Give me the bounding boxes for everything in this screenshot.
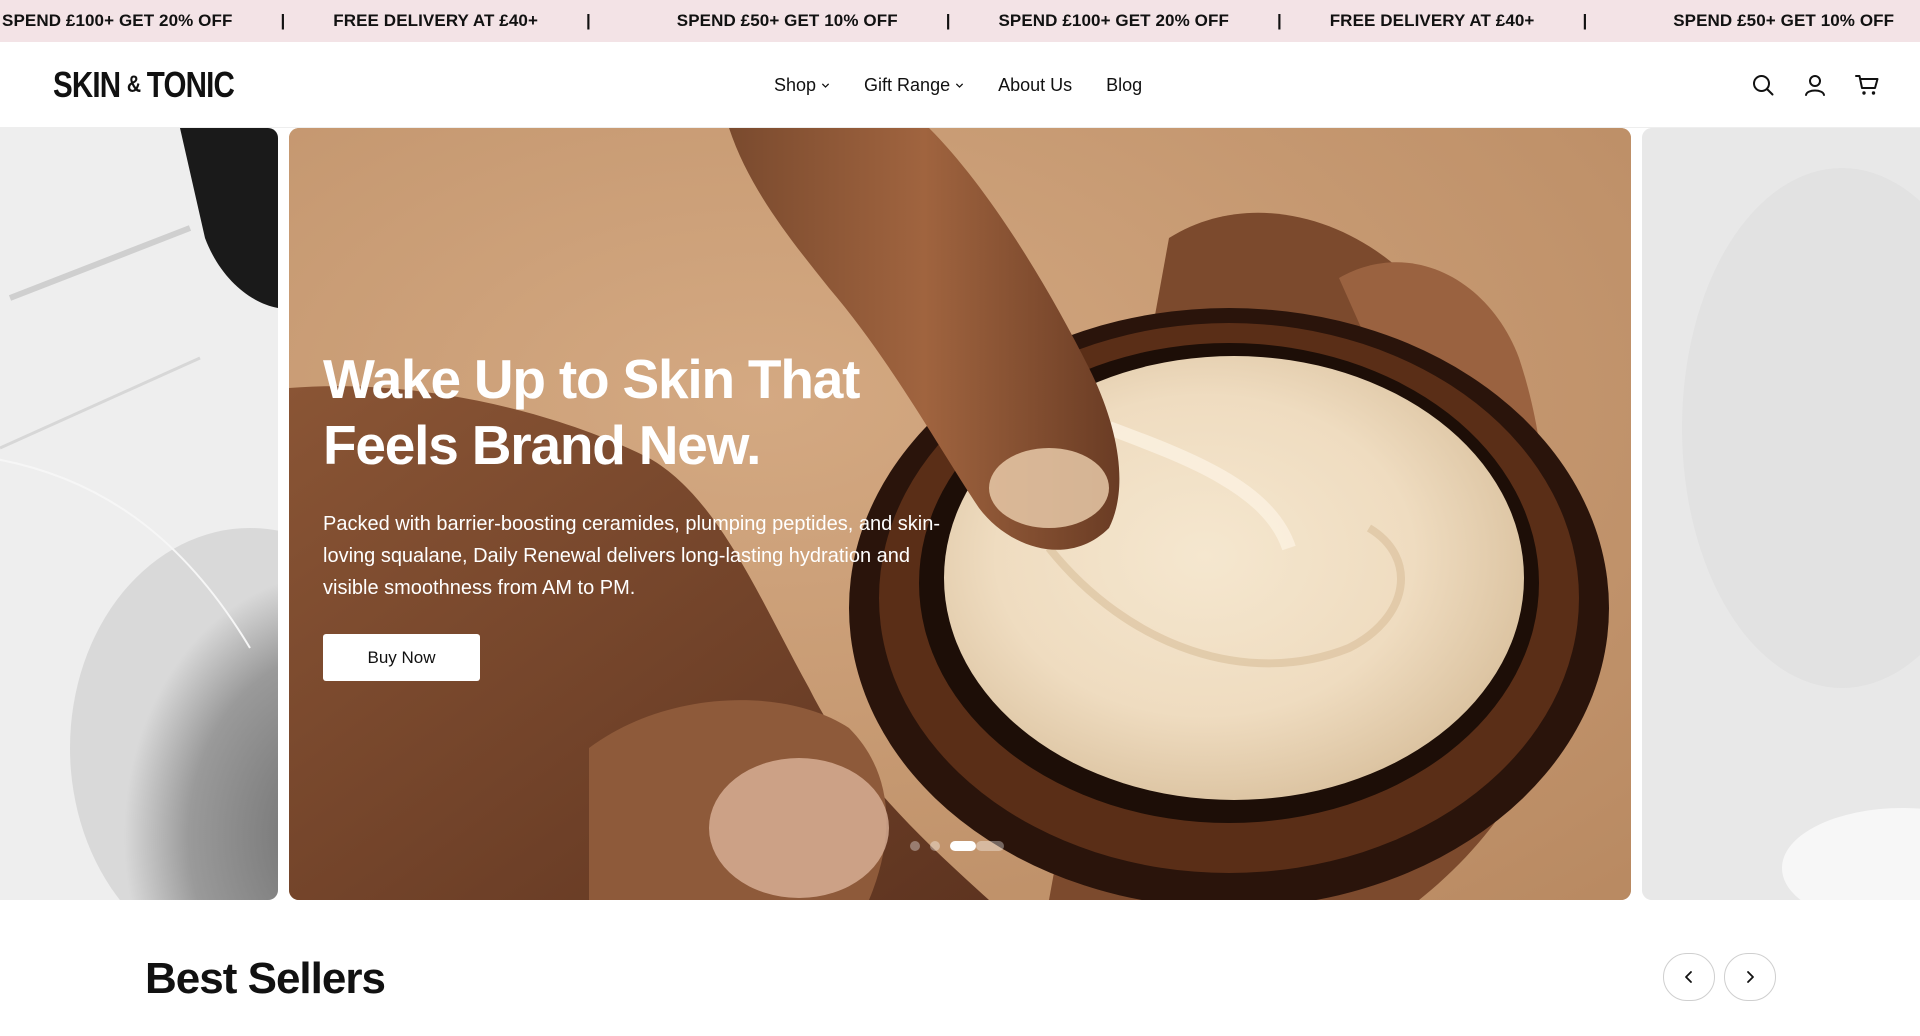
hero-title-line2: Feels Brand New.: [323, 414, 761, 476]
cart-button[interactable]: [1854, 72, 1880, 98]
announcement-separator: |: [1582, 11, 1588, 30]
nav-label: Gift Range: [864, 74, 951, 95]
chevron-down-icon: [821, 82, 830, 88]
announcement-item: SPEND £100+ GET 20% OFF: [2, 11, 233, 30]
logo-ampersand: &: [126, 71, 141, 98]
search-button[interactable]: [1750, 72, 1776, 98]
hero-copy: Wake Up to Skin That Feels Brand New. Pa…: [323, 346, 1023, 604]
header-actions: [1750, 42, 1880, 128]
carousel-pagination: [910, 841, 1004, 851]
account-icon: [1805, 75, 1825, 96]
announcement-track: SPEND £100+ GET 20% OFF | FREE DELIVERY …: [2, 0, 1920, 42]
announcement-separator: |: [586, 11, 591, 30]
chevron-right-icon: [1747, 971, 1754, 983]
hero-carousel[interactable]: Wake Up to Skin That Feels Brand New. Pa…: [0, 128, 1920, 900]
main-nav: Shop Gift Range About Us Blog: [774, 42, 1142, 128]
account-button[interactable]: [1802, 72, 1828, 98]
previous-button[interactable]: [1663, 953, 1715, 1001]
announcement-item: FREE DELIVERY AT £40+: [333, 11, 538, 30]
slide-image: [0, 128, 278, 900]
buy-now-button[interactable]: Buy Now: [323, 634, 480, 681]
hero-subtitle: Packed with barrier-boosting ceramides, …: [323, 513, 940, 599]
announcement-separator: |: [280, 11, 286, 30]
carousel-slide-previous[interactable]: [0, 128, 278, 900]
chevron-down-icon: [955, 82, 964, 88]
nav-item-shop[interactable]: Shop: [774, 75, 830, 96]
nav-item-blog[interactable]: Blog: [1106, 75, 1142, 96]
brand-logo[interactable]: SKIN & TONIC: [53, 64, 235, 106]
nav-item-about-us[interactable]: About Us: [998, 75, 1072, 96]
slide-image: [1642, 128, 1920, 900]
nav-label: Shop: [774, 74, 817, 95]
carousel-dot-4[interactable]: [976, 841, 1004, 851]
carousel-dot-3[interactable]: [950, 841, 976, 851]
carousel-dot-1[interactable]: [910, 841, 920, 851]
cart-icon: [1854, 75, 1878, 95]
announcement-bar: SPEND £100+ GET 20% OFF | FREE DELIVERY …: [0, 0, 1920, 42]
best-sellers-section: Best Sellers: [0, 900, 1920, 1036]
nav-item-gift-range[interactable]: Gift Range: [864, 75, 964, 96]
site-header: SKIN & TONIC Shop Gift Range About Us Bl…: [0, 42, 1920, 128]
announcement-item: SPEND £50+ GET 10% OFF: [1673, 11, 1895, 30]
best-sellers-nav: [1663, 953, 1776, 1001]
nav-label: Blog: [1106, 74, 1143, 95]
carousel-slide-active: Wake Up to Skin That Feels Brand New. Pa…: [289, 128, 1631, 900]
carousel-dot-2[interactable]: [930, 841, 940, 851]
announcement-item: FREE DELIVERY AT £40+: [1329, 11, 1535, 30]
announcement-item: SPEND £50+ GET 10% OFF: [676, 11, 898, 30]
nav-label: About Us: [998, 74, 1073, 95]
search-icon: [1753, 75, 1774, 96]
chevron-left-icon: [1685, 971, 1692, 983]
carousel-slide-next[interactable]: [1642, 128, 1920, 900]
hero-title-line1: Wake Up to Skin That: [323, 348, 860, 410]
next-button[interactable]: [1724, 953, 1776, 1001]
announcement-separator: |: [1276, 11, 1282, 30]
logo-word-left: SKIN: [53, 64, 121, 105]
announcement-item: SPEND £100+ GET 20% OFF: [998, 11, 1229, 30]
announcement-separator: |: [945, 11, 951, 30]
hero-title: Wake Up to Skin That Feels Brand New.: [323, 346, 1023, 478]
section-title: Best Sellers: [145, 954, 386, 1003]
logo-word-right: TONIC: [146, 64, 235, 105]
